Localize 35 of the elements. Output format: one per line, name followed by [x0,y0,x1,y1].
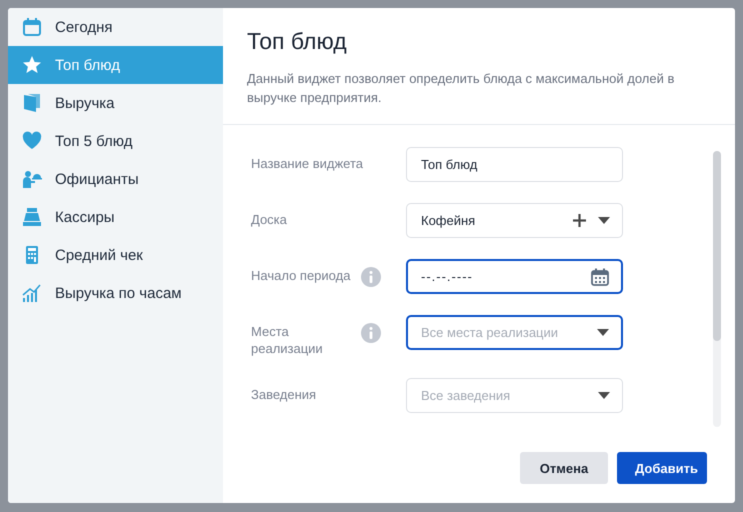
field-label: Название виджета [251,155,364,172]
text-field[interactable]: Топ блюд [406,147,623,182]
date-field[interactable]: --.--.---- [406,259,623,294]
field-label: Места реализации [251,323,324,357]
scrollbar[interactable] [713,151,721,427]
caret-icon [597,329,609,336]
calendar-icon[interactable] [591,268,609,286]
caret-icon [598,392,610,399]
sidebar-item[interactable]: Топ 5 блюд [8,122,223,160]
cash-register-icon [22,207,42,227]
scrollbar-thumb[interactable] [713,151,721,341]
sidebar-item[interactable]: Официанты [8,160,223,198]
plus-icon[interactable] [573,214,586,227]
heart-icon [22,131,42,151]
sidebar-item[interactable]: Выручка по часам [8,274,223,312]
dialog-title: Топ блюд [247,28,348,55]
field-label: Заведения [251,386,318,403]
caret-icon [598,217,610,224]
info-icon[interactable] [361,322,381,342]
star-icon [22,55,42,75]
field-label: Начало периода [251,267,352,284]
sidebar-item[interactable]: Выручка [8,84,223,122]
info-icon[interactable] [361,266,381,286]
sidebar-item[interactable]: Кассиры [8,198,223,236]
sidebar-item[interactable]: Средний чек [8,236,223,274]
select-field[interactable]: Кофейня [406,203,623,238]
calendar-icon [22,17,42,37]
cancel-button[interactable]: Отмена [520,452,608,484]
sidebar-item[interactable]: Сегодня [8,8,223,46]
field-label: Доска [251,211,288,228]
book-icon [22,93,42,113]
waiter-icon [22,169,42,189]
add-button[interactable]: Добавить [617,452,707,484]
growth-chart-icon [22,283,42,303]
dialog-description: Данный виджет позволяет определить блюда с максимальной долей в выручке предприятия. [247,70,676,107]
